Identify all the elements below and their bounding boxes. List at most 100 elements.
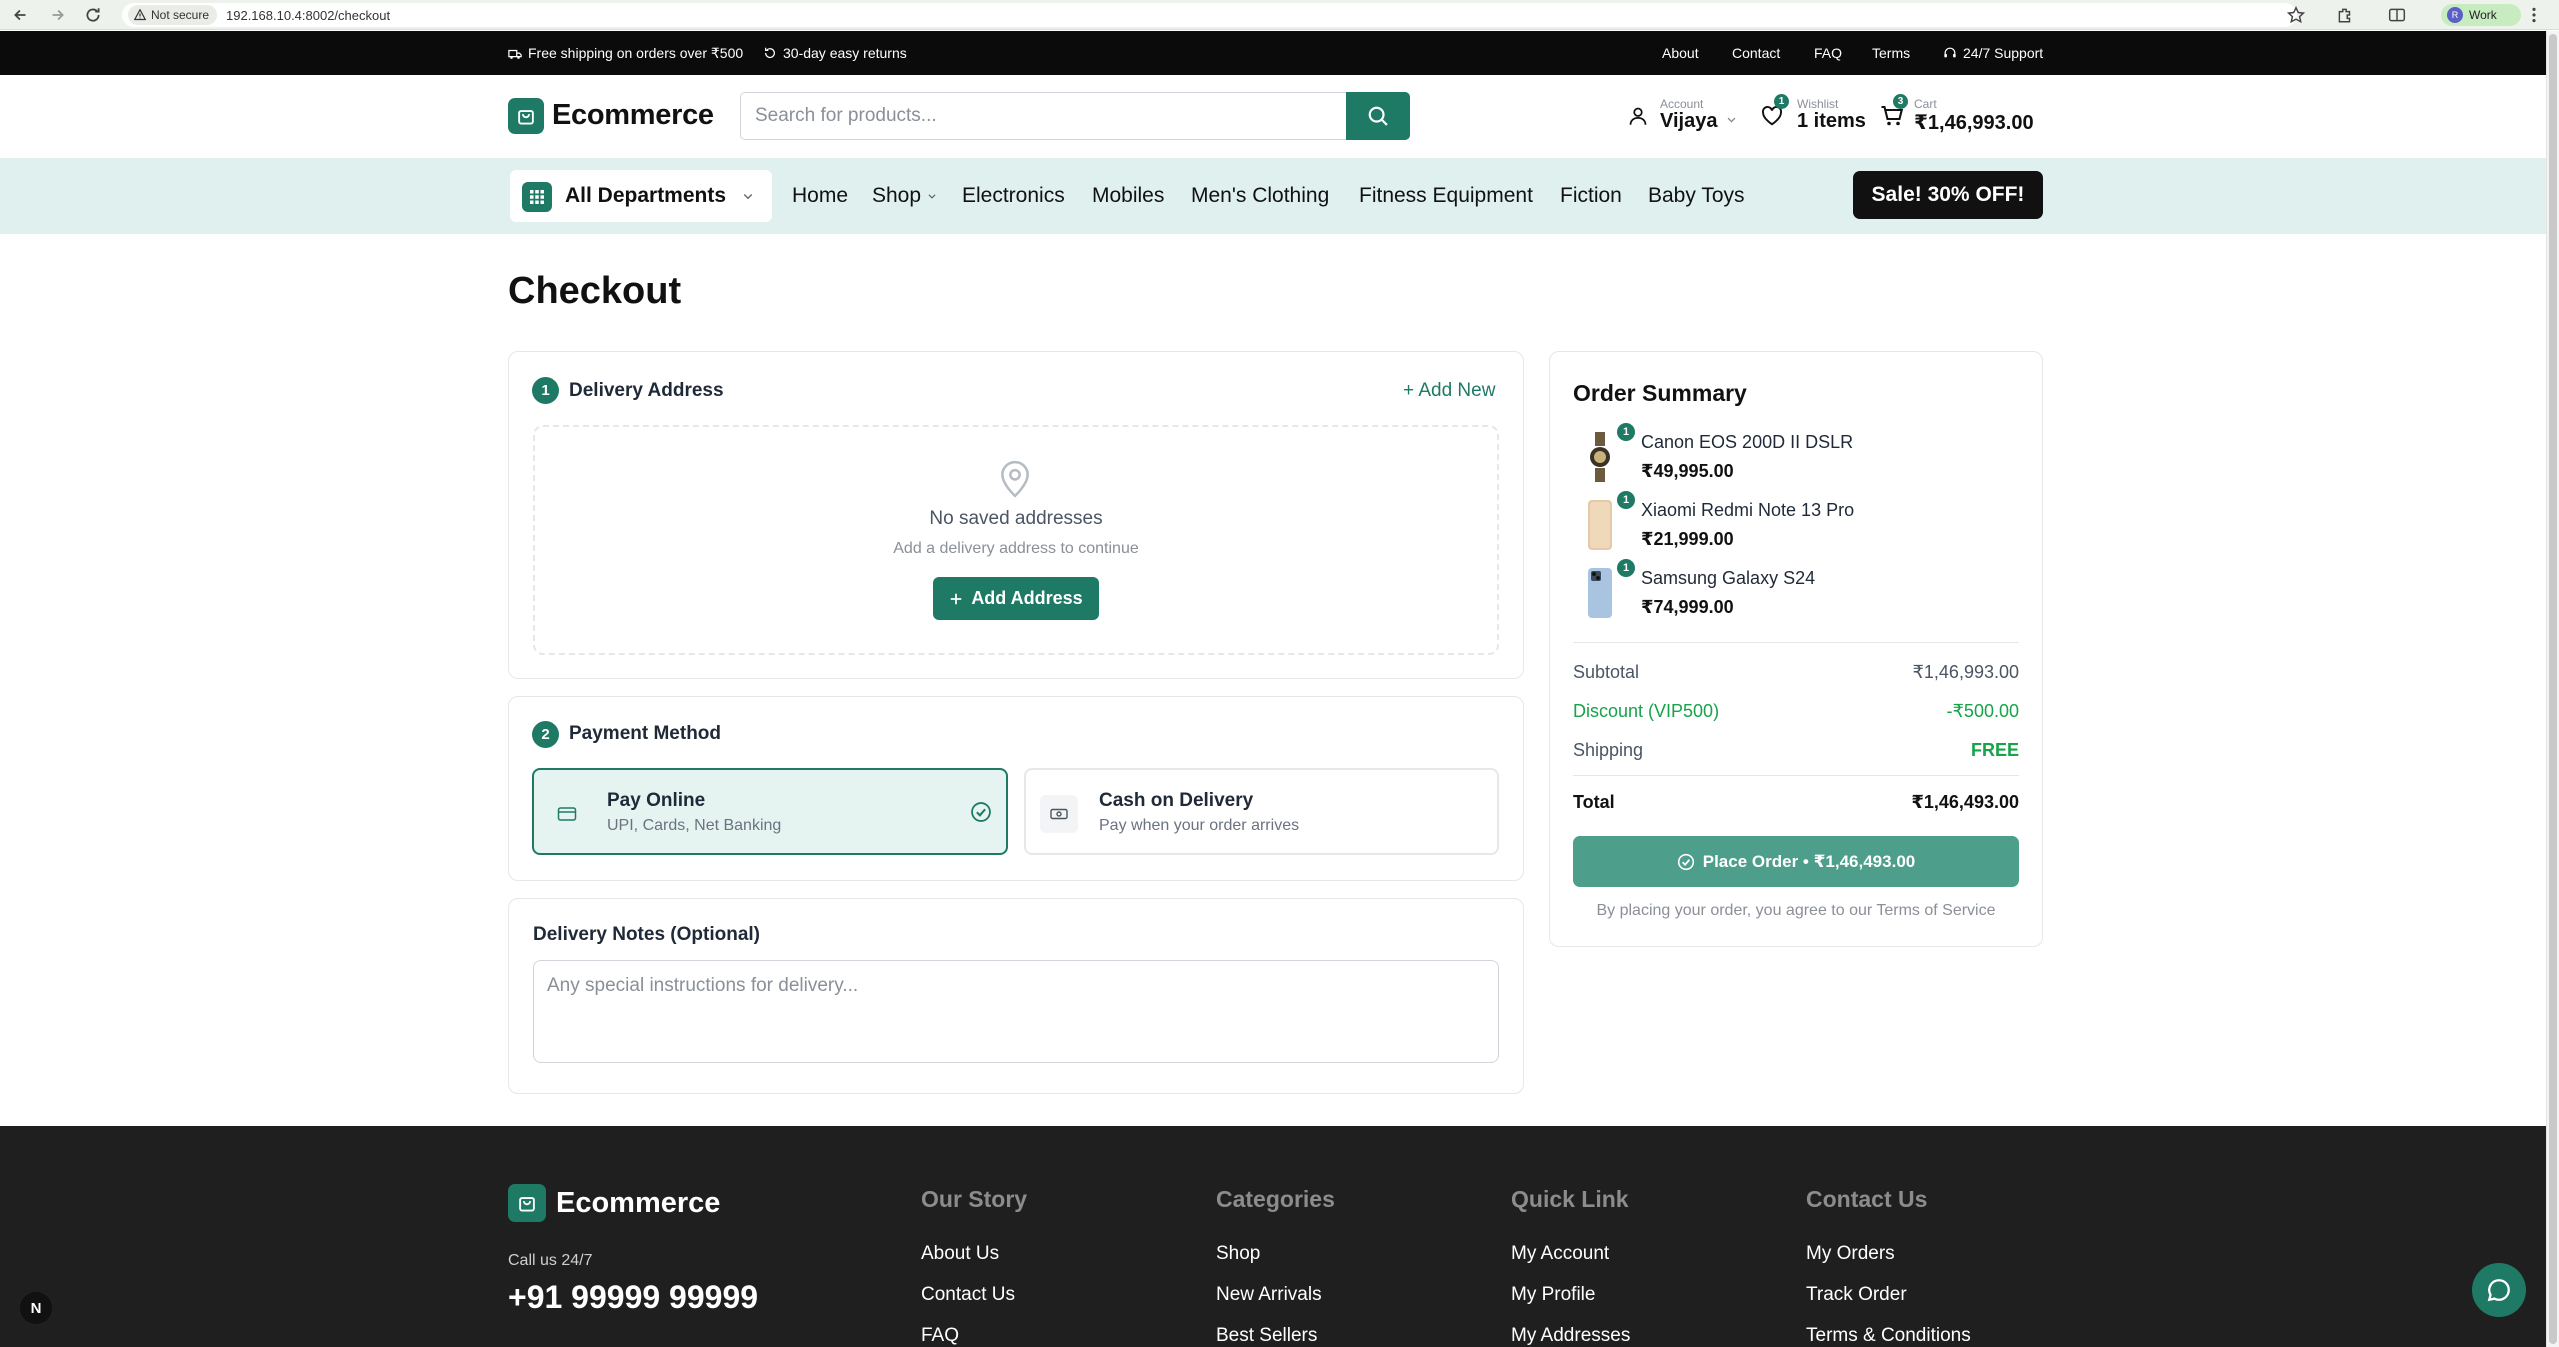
page-title: Checkout [508, 270, 682, 312]
security-indicator[interactable]: Not secure [128, 5, 218, 25]
item-price: ₹49,995.00 [1641, 461, 1734, 481]
nav-fitness-equipment[interactable]: Fitness Equipment [1359, 184, 1533, 208]
footer-link-my-profile[interactable]: My Profile [1511, 1284, 1595, 1306]
footer-heading-contact-us: Contact Us [1806, 1186, 1928, 1212]
discount-label: Discount (VIP500) [1573, 701, 1720, 721]
split-view-icon[interactable] [2388, 6, 2406, 24]
product-thumbnail [1583, 430, 1617, 484]
footer-link-my-addresses[interactable]: My Addresses [1511, 1325, 1630, 1347]
back-icon[interactable] [12, 6, 30, 24]
footer-link-new-arrivals[interactable]: New Arrivals [1216, 1284, 1322, 1306]
footer-link-track-order[interactable]: Track Order [1806, 1284, 1907, 1306]
delivery-address-title: Delivery Address [569, 380, 724, 401]
headset-icon [1944, 47, 1956, 58]
bookmark-star-icon[interactable] [2287, 6, 2305, 24]
divider [1573, 775, 2019, 776]
place-order-label: Place Order • ₹1,46,493.00 [1702, 851, 1916, 871]
search-button[interactable] [1346, 92, 1410, 140]
no-addresses-hint: Add a delivery address to continue [893, 540, 1139, 557]
extensions-icon[interactable] [2336, 6, 2354, 24]
footer-heading-quick-link: Quick Link [1511, 1186, 1629, 1212]
step-number-badge: 2 [532, 721, 559, 748]
chevron-down-icon [1727, 117, 1736, 123]
add-new-address-link[interactable]: + Add New [1403, 380, 1495, 402]
user-icon [1629, 107, 1647, 125]
footer-link-my-account[interactable]: My Account [1511, 1243, 1609, 1265]
top-link-terms[interactable]: Terms [1872, 45, 1910, 61]
nav-mens-clothing[interactable]: Men's Clothing [1191, 184, 1329, 208]
footer-brand-name[interactable]: Ecommerce [556, 1187, 720, 1220]
wishlist-link[interactable]: 1 Wishlist 1 items [1760, 94, 1870, 140]
shipping-label: Shipping [1573, 740, 1644, 760]
terms-notice: By placing your order, you agree to our … [1596, 902, 1996, 919]
pay-online-option[interactable]: Pay Online UPI, Cards, Net Banking [532, 768, 1008, 855]
banknote-icon [1040, 795, 1078, 833]
total-label: Total [1573, 792, 1615, 812]
footer-link-best-sellers[interactable]: Best Sellers [1216, 1325, 1317, 1347]
plus-icon [951, 593, 962, 604]
top-link-faq[interactable]: FAQ [1814, 45, 1842, 61]
footer-link-about-us[interactable]: About Us [921, 1243, 999, 1265]
chat-button[interactable] [2472, 1263, 2526, 1317]
footer-link-contact-us[interactable]: Contact Us [921, 1284, 1015, 1306]
wishlist-label: Wishlist [1797, 97, 1839, 111]
delivery-notes-textarea[interactable] [533, 960, 1499, 1063]
cart-label: Cart [1914, 97, 1937, 111]
browser-menu-icon[interactable] [2529, 6, 2539, 24]
payment-method-title: Payment Method [569, 723, 722, 744]
product-thumbnail [1583, 498, 1617, 552]
address-bar[interactable] [122, 3, 2297, 27]
all-departments-dropdown[interactable]: All Departments [510, 170, 772, 222]
nav-mobiles[interactable]: Mobiles [1092, 184, 1164, 208]
nav-shop[interactable]: Shop [872, 184, 937, 208]
top-link-about[interactable]: About [1662, 45, 1699, 61]
scrollbar-thumb[interactable] [2549, 34, 2557, 1344]
account-menu[interactable]: Account Vijaya [1626, 97, 1751, 140]
nav-electronics[interactable]: Electronics [962, 184, 1065, 208]
footer-logo-icon[interactable] [508, 1184, 546, 1222]
divider [1573, 642, 2019, 643]
dev-tools-badge[interactable]: N [20, 1292, 52, 1324]
check-circle-icon [971, 802, 991, 822]
cash-on-delivery-option[interactable]: Cash on Delivery Pay when your order arr… [1024, 768, 1499, 855]
phone-number[interactable]: +91 99999 99999 [508, 1279, 758, 1316]
profile-avatar: R [2447, 7, 2463, 23]
total-value: ₹1,46,493.00 [1911, 792, 2019, 812]
footer-link-shop[interactable]: Shop [1216, 1243, 1260, 1265]
top-link-contact[interactable]: Contact [1732, 45, 1780, 61]
footer-heading-categories: Categories [1216, 1186, 1335, 1212]
account-name: Vijaya [1660, 110, 1718, 132]
chevron-down-icon [743, 194, 753, 200]
cod-subtitle: Pay when your order arrives [1099, 817, 1300, 834]
footer-link-my-orders[interactable]: My Orders [1806, 1243, 1895, 1265]
grid-icon [522, 182, 552, 212]
sale-button[interactable]: Sale! 30% OFF! [1853, 171, 2043, 219]
returns-text: 30-day easy returns [783, 45, 907, 61]
logo-icon[interactable] [508, 98, 544, 134]
card-icon [548, 795, 586, 833]
map-pin-icon [1001, 460, 1029, 498]
cart-link[interactable]: 3 Cart ₹1,46,993.00 [1880, 94, 2045, 140]
product-thumbnail [1583, 566, 1617, 620]
footer-link-faq[interactable]: FAQ [921, 1325, 959, 1347]
top-link-support[interactable]: 24/7 Support [1943, 45, 2043, 61]
profile-chip[interactable]: R Work [2441, 4, 2521, 26]
call-label: Call us 24/7 [508, 1252, 593, 1269]
nav-baby-toys[interactable]: Baby Toys [1648, 184, 1745, 208]
pay-online-subtitle: UPI, Cards, Net Banking [607, 817, 782, 834]
truck-icon [508, 49, 522, 59]
brand-name[interactable]: Ecommerce [552, 99, 714, 132]
add-address-label: Add Address [971, 588, 1083, 608]
place-order-button[interactable]: Place Order • ₹1,46,493.00 [1573, 836, 2019, 887]
search-input[interactable] [755, 93, 1345, 139]
footer-link-terms-conditions[interactable]: Terms & Conditions [1806, 1325, 1971, 1347]
nav-fiction[interactable]: Fiction [1560, 184, 1622, 208]
discount-value: -₹500.00 [1946, 701, 2019, 721]
add-address-button[interactable]: Add Address [933, 577, 1099, 620]
item-price: ₹21,999.00 [1641, 529, 1734, 549]
free-shipping-text: Free shipping on orders over ₹500 [528, 45, 744, 61]
url-text[interactable]: 192.168.10.4:8002/checkout [226, 8, 390, 23]
forward-icon[interactable] [48, 6, 66, 24]
reload-icon[interactable] [84, 6, 102, 24]
nav-home[interactable]: Home [792, 184, 848, 208]
